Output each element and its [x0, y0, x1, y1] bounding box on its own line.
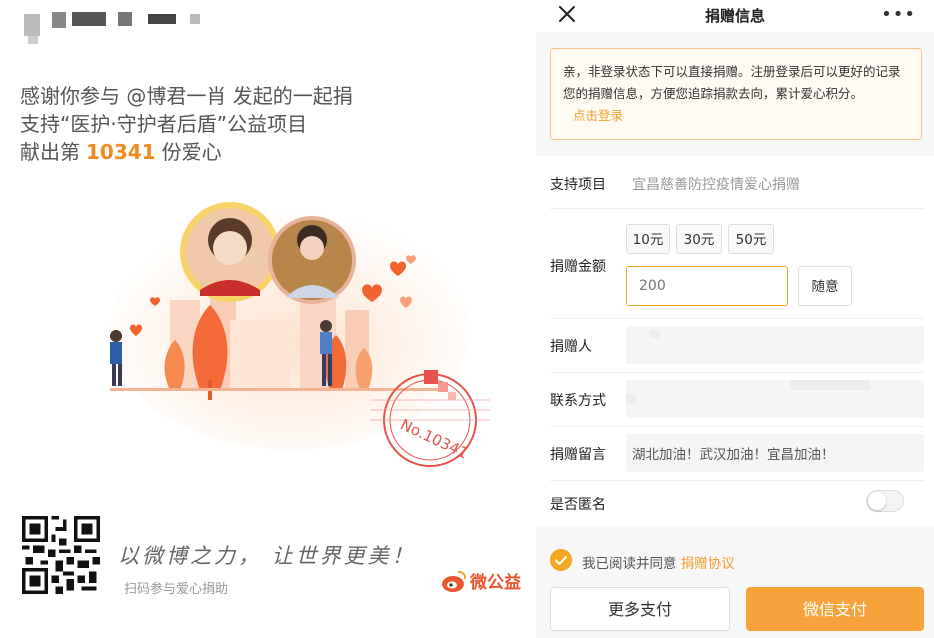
intro-line-3: 献出第 10341 份爱心 [20, 138, 222, 166]
donor-name-field[interactable] [626, 326, 924, 364]
contact-label: 联系方式 [550, 393, 606, 409]
scan-hint: 扫码参与爱心捐助 [124, 582, 229, 597]
agreement-text: 我已阅读并同意 捐赠协议 [582, 552, 735, 572]
share-poster: 感谢你参与 @博君一肖 发起的一起捐 支持“医护·守护者后盾”公益项目 献出第 1… [0, 0, 536, 638]
slogan: 以微博之力， 让世界更美！ [118, 544, 416, 568]
amount-option-10[interactable]: 10元 [626, 224, 670, 254]
weibo-logo-icon [442, 570, 467, 592]
check-icon[interactable] [550, 549, 572, 571]
custom-amount-input[interactable] [626, 266, 788, 306]
donor-label: 捐赠人 [550, 339, 592, 355]
more-payment-button[interactable]: 更多支付 [550, 587, 730, 631]
amount-label: 捐赠金额 [550, 259, 606, 275]
donation-number: 10341 [86, 140, 156, 164]
agreement-link[interactable]: 捐赠协议 [681, 556, 735, 572]
more-options-icon[interactable]: ••• [881, 6, 916, 24]
contact-row: 联系方式 [550, 372, 924, 427]
top-bar: 捐赠信息 ••• [536, 0, 934, 32]
amount-option-30[interactable]: 30元 [676, 224, 722, 254]
qr-code [22, 516, 100, 594]
wechat-pay-button[interactable]: 微信支付 [746, 587, 924, 631]
login-link[interactable]: 点击登录 [573, 108, 623, 123]
login-notice: 亲，非登录状态下可以直接捐赠。注册登录后可以更好的记录您的捐赠信息，方便您追踪捐… [550, 48, 922, 140]
intro-line-2: 支持“医护·守护者后盾”公益项目 [20, 112, 308, 136]
message-field[interactable]: 湖北加油！武汉加油！宜昌加油！ [626, 434, 924, 472]
project-value: 宜昌慈善防控疫情爱心捐赠 [632, 177, 800, 193]
message-label: 捐赠留言 [550, 447, 606, 463]
agree-label: 我已阅读并同意 [582, 556, 677, 572]
project-row: 支持项目 宜昌慈善防控疫情爱心捐赠 [550, 156, 924, 209]
donation-form: 支持项目 宜昌慈善防控疫情爱心捐赠 捐赠金额 10元 30元 50元 随意 捐赠… [536, 156, 934, 526]
random-amount-button[interactable]: 随意 [798, 266, 852, 306]
amount-row: 捐赠金额 10元 30元 50元 随意 [550, 208, 924, 319]
logo-text: 微公益 [470, 573, 521, 593]
project-label: 支持项目 [550, 177, 606, 193]
intro-suffix: 份爱心 [161, 140, 222, 164]
donation-panel: 捐赠信息 ••• 亲，非登录状态下可以直接捐赠。注册登录后可以更好的记录您的捐赠… [536, 0, 934, 638]
contact-field[interactable] [626, 380, 924, 418]
donor-row: 捐赠人 [550, 318, 924, 373]
amount-option-50[interactable]: 50元 [728, 224, 774, 254]
page-title: 捐赠信息 [704, 7, 765, 25]
anonymous-toggle[interactable] [866, 490, 904, 512]
intro-line-1: 感谢你参与 @博君一肖 发起的一起捐 [20, 84, 353, 108]
notice-text: 亲，非登录状态下可以直接捐赠。注册登录后可以更好的记录您的捐赠信息，方便您追踪捐… [563, 64, 901, 101]
message-row: 捐赠留言 湖北加油！武汉加油！宜昌加油！ [550, 426, 924, 481]
intro-prefix: 献出第 [20, 140, 80, 164]
anonymous-label: 是否匿名 [550, 497, 606, 513]
